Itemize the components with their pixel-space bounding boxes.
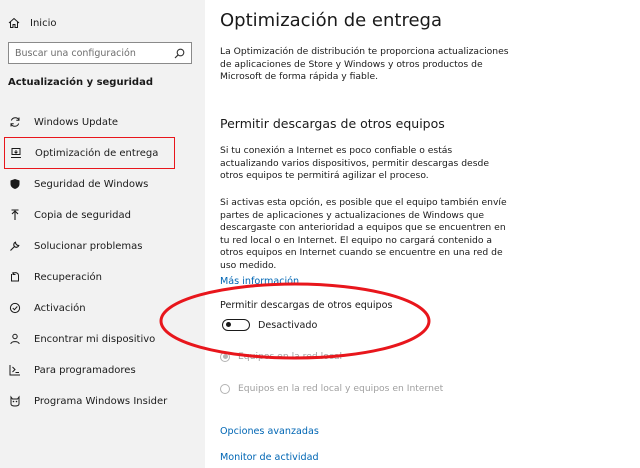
sidebar-item-backup[interactable]: Copia de seguridad [4, 201, 200, 229]
wrench-icon [8, 239, 22, 253]
sidebar-item-label: Recuperación [34, 271, 102, 283]
description-text-detail: Si activas esta opción, es posible que e… [220, 197, 507, 271]
sidebar-item-find-my-device[interactable]: Encontrar mi dispositivo [4, 325, 200, 353]
home-link[interactable]: Inicio [8, 15, 56, 31]
sidebar-item-label: Para programadores [34, 364, 136, 376]
advanced-options-link[interactable]: Opciones avanzadas [220, 426, 319, 437]
activation-check-icon [8, 301, 22, 315]
radio-local-network[interactable]: Equipos en la red local [220, 351, 342, 362]
sidebar-item-label: Optimización de entrega [35, 147, 159, 159]
insider-cat-icon [8, 394, 22, 408]
sidebar-item-label: Windows Update [34, 116, 119, 128]
search-icon[interactable] [174, 48, 185, 59]
shield-icon [8, 177, 22, 191]
main-content: Optimización de entrega La Optimización … [205, 0, 640, 468]
sidebar-item-developers[interactable]: Para programadores [4, 356, 200, 384]
home-label: Inicio [30, 17, 57, 29]
sidebar-item-activation[interactable]: Activación [4, 294, 200, 322]
recovery-icon [8, 270, 22, 284]
intro-text: La Optimización de distribución te propo… [220, 46, 509, 83]
page-title: Optimización de entrega [220, 10, 443, 31]
radio-label: Equipos en la red local y equipos en Int… [238, 383, 444, 394]
sidebar-item-label: Seguridad de Windows [34, 178, 149, 190]
toggle-label: Permitir descargas de otros equipos [220, 300, 393, 311]
description-text: Si tu conexión a Internet es poco confia… [220, 145, 489, 182]
toggle-state-label: Desactivado [258, 320, 318, 331]
sidebar-item-windows-insider[interactable]: Programa Windows Insider [4, 387, 200, 415]
allow-downloads-toggle[interactable] [222, 319, 250, 331]
sidebar-item-troubleshoot[interactable]: Solucionar problemas [4, 232, 200, 260]
search-input[interactable] [15, 47, 165, 59]
sidebar-item-recovery[interactable]: Recuperación [4, 263, 200, 291]
sidebar-item-label: Copia de seguridad [34, 209, 131, 221]
more-info-link[interactable]: Más información [220, 276, 299, 287]
sidebar-item-label: Solucionar problemas [34, 240, 143, 252]
search-box[interactable] [8, 42, 192, 64]
radio-local-and-internet[interactable]: Equipos en la red local y equipos en Int… [220, 383, 443, 394]
settings-sidebar: Inicio Actualización y seguridad Windows… [0, 0, 205, 468]
toggle-knob [226, 322, 231, 327]
radio-button[interactable] [220, 383, 230, 394]
sidebar-item-delivery-optimization[interactable]: Optimización de entrega [4, 137, 175, 169]
backup-arrow-icon [8, 208, 22, 222]
find-person-icon [8, 332, 22, 346]
sidebar-item-windows-security[interactable]: Seguridad de Windows [4, 170, 200, 198]
radio-label: Equipos en la red local [238, 351, 343, 362]
sidebar-item-label: Programa Windows Insider [34, 395, 168, 407]
radio-button[interactable] [220, 351, 230, 362]
radio-dot [222, 354, 228, 359]
section-subheading: Permitir descargas de otros equipos [220, 116, 445, 131]
delivery-optimization-icon [9, 146, 23, 160]
activity-monitor-link[interactable]: Monitor de actividad [220, 452, 319, 463]
sidebar-item-windows-update[interactable]: Windows Update [4, 108, 200, 136]
sync-icon [8, 115, 22, 129]
section-title: Actualización y seguridad [8, 77, 153, 88]
sidebar-item-label: Activación [34, 302, 86, 314]
sidebar-item-label: Encontrar mi dispositivo [34, 333, 156, 345]
home-icon [8, 17, 20, 28]
developer-tools-icon [8, 363, 22, 377]
